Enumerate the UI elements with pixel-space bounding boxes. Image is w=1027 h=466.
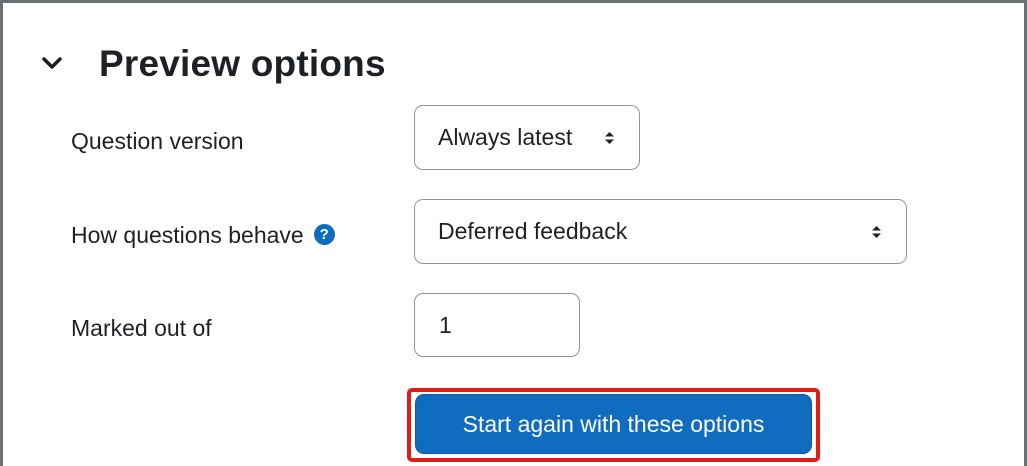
select-updown-icon bbox=[871, 224, 882, 239]
how-questions-behave-select[interactable]: Deferred feedback bbox=[414, 199, 907, 264]
question-version-value: Always latest bbox=[438, 124, 573, 150]
preview-options-panel: Preview options Question version Always … bbox=[0, 0, 1027, 466]
marked-out-of-value: 1 bbox=[439, 311, 452, 338]
how-questions-behave-label: How questions behave? bbox=[71, 222, 335, 249]
question-version-select[interactable]: Always latest bbox=[414, 105, 640, 170]
help-icon[interactable]: ? bbox=[313, 224, 335, 246]
marked-out-of-label: Marked out of bbox=[71, 315, 212, 341]
start-again-button[interactable]: Start again with these options bbox=[415, 394, 812, 454]
section-title: Preview options bbox=[99, 43, 386, 84]
question-version-label: Question version bbox=[71, 128, 244, 154]
marked-out-of-input[interactable]: 1 bbox=[414, 293, 580, 357]
chevron-down-icon bbox=[41, 53, 63, 75]
how-questions-behave-value: Deferred feedback bbox=[438, 218, 628, 244]
how-questions-behave-text: How questions behave bbox=[71, 222, 304, 248]
select-updown-icon bbox=[604, 130, 615, 145]
preview-options-toggle[interactable]: Preview options bbox=[41, 43, 386, 85]
